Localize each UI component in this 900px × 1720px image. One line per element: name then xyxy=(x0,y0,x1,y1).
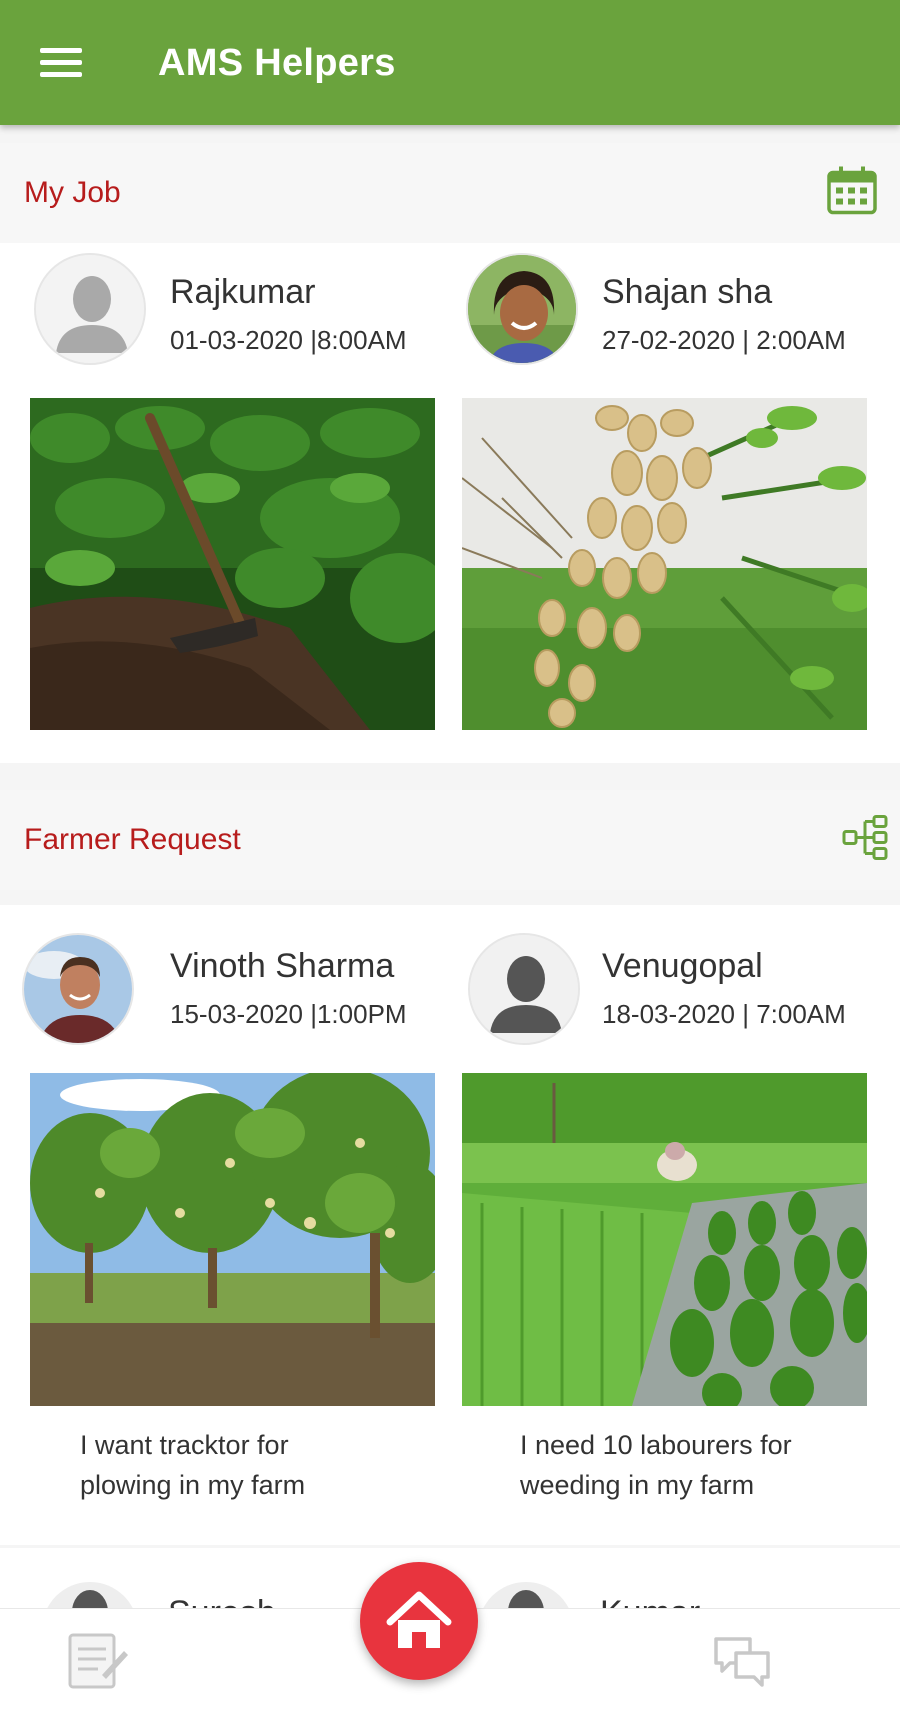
my-job-title: My Job xyxy=(24,176,121,209)
farmer-request-title: Farmer Request xyxy=(24,823,241,856)
avatar xyxy=(22,933,134,1045)
chat-icon[interactable] xyxy=(712,1633,772,1689)
job-person-name: Rajkumar xyxy=(170,273,316,311)
avatar xyxy=(478,1582,574,1608)
home-button[interactable] xyxy=(360,1562,478,1680)
app-title: AMS Helpers xyxy=(158,42,396,84)
request-caption-line1: I want tracktor for xyxy=(80,1430,289,1460)
calendar-icon[interactable] xyxy=(826,165,878,222)
document-icon[interactable] xyxy=(62,1631,130,1691)
request-datetime: 18-03-2020 | 7:00AM xyxy=(602,999,846,1029)
request-person-name: Venugopal xyxy=(602,947,763,985)
request-caption: I want tracktor for plowing in my farm xyxy=(80,1425,440,1505)
job-card[interactable]: Rajkumar 01-03-2020 |8:00AM xyxy=(0,243,450,763)
hierarchy-icon[interactable] xyxy=(842,815,888,866)
job-datetime: 01-03-2020 |8:00AM xyxy=(170,325,407,355)
request-caption-line2: plowing in my farm xyxy=(80,1470,306,1500)
request-person-name: Suresh xyxy=(168,1594,276,1608)
job-photo xyxy=(462,398,867,730)
request-caption: I need 10 labourers for weeding in my fa… xyxy=(520,1425,890,1505)
hamburger-menu-icon[interactable] xyxy=(38,44,84,80)
home-icon xyxy=(386,1591,452,1648)
request-person-name: Kumar xyxy=(600,1594,700,1608)
request-person-name: Vinoth Sharma xyxy=(170,947,395,985)
request-caption-line1: I need 10 labourers for xyxy=(520,1430,792,1460)
avatar xyxy=(466,253,578,365)
job-photo xyxy=(30,398,435,730)
farmer-request-header: Farmer Request xyxy=(0,790,900,890)
job-card[interactable]: Shajan sha 27-02-2020 | 2:00AM xyxy=(450,243,900,763)
avatar xyxy=(42,1582,138,1608)
request-caption-line2: weeding in my farm xyxy=(520,1470,755,1500)
request-datetime: 15-03-2020 |1:00PM xyxy=(170,999,407,1029)
job-person-name: Shajan sha xyxy=(602,273,773,311)
request-card[interactable]: Vinoth Sharma 15-03-2020 |1:00PM I want … xyxy=(0,905,450,1545)
request-photo xyxy=(30,1073,435,1406)
my-job-header: My Job xyxy=(0,143,900,243)
farmer-request-cards: Vinoth Sharma 15-03-2020 |1:00PM I want … xyxy=(0,905,900,1545)
my-job-cards: Rajkumar 01-03-2020 |8:00AM Shajan sha 2… xyxy=(0,243,900,763)
avatar xyxy=(468,933,580,1045)
avatar xyxy=(34,253,146,365)
request-card[interactable]: Venugopal 18-03-2020 | 7:00AM I need 10 … xyxy=(450,905,900,1545)
request-photo xyxy=(462,1073,867,1406)
app-bar: AMS Helpers xyxy=(0,0,900,125)
job-datetime: 27-02-2020 | 2:00AM xyxy=(602,325,846,355)
